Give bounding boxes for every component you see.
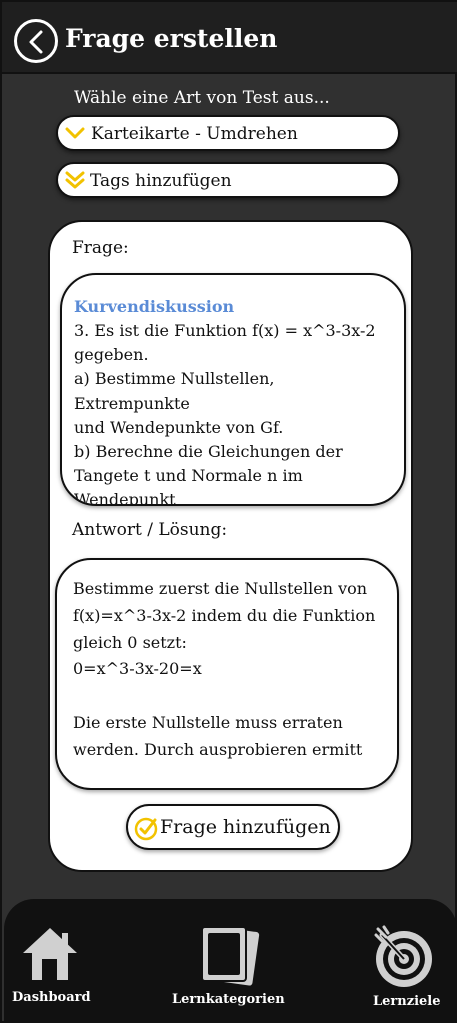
answer-label: Antwort / Lösung: bbox=[72, 520, 228, 540]
target-icon bbox=[374, 925, 432, 987]
nav-item-lernziele[interactable]: Lernziele bbox=[364, 899, 457, 1023]
chevron-down-icon bbox=[65, 127, 85, 139]
add-tags-label: Tags hinzufügen bbox=[90, 171, 232, 191]
question-label: Frage: bbox=[72, 238, 129, 258]
nav-label-lernkategorien: Lernkategorien bbox=[172, 992, 285, 1007]
check-circle-icon bbox=[134, 817, 158, 841]
test-type-prompt: Wähle eine Art von Test aus... bbox=[74, 88, 330, 108]
chevron-left-icon bbox=[29, 30, 43, 54]
nav-label-lernziele: Lernziele bbox=[373, 994, 441, 1009]
back-button[interactable] bbox=[14, 19, 58, 63]
double-chevron-down-icon bbox=[65, 171, 85, 189]
add-tags-dropdown[interactable]: Tags hinzufügen bbox=[56, 162, 400, 198]
test-type-value: Karteikarte - Umdrehen bbox=[91, 124, 298, 144]
question-field[interactable]: Kurvendiskussion 3. Es ist die Funktion … bbox=[60, 273, 406, 506]
bottom-navigation: Dashboard Lernkategorien Lernziele bbox=[4, 899, 457, 1023]
nav-item-lernkategorien[interactable]: Lernkategorien bbox=[164, 899, 294, 1023]
home-icon bbox=[23, 928, 77, 980]
page-title: Frage erstellen bbox=[65, 24, 278, 53]
question-text: 3. Es ist die Funktion f(x) = x^3-3x-2 g… bbox=[74, 321, 376, 506]
add-question-button[interactable]: Frage hinzufügen bbox=[126, 804, 340, 850]
nav-item-dashboard[interactable]: Dashboard bbox=[4, 899, 104, 1023]
answer-field[interactable]: Bestimme zuerst die Nullstellen von f(x)… bbox=[55, 558, 399, 790]
test-type-dropdown[interactable]: Karteikarte - Umdrehen bbox=[56, 115, 400, 151]
add-question-label: Frage hinzufügen bbox=[160, 816, 331, 838]
question-card: Frage: Kurvendiskussion 3. Es ist die Fu… bbox=[48, 220, 413, 872]
question-topic: Kurvendiskussion bbox=[74, 297, 235, 316]
header-bar: Frage erstellen bbox=[2, 2, 457, 74]
app-frame: Frage erstellen Wähle eine Art von Test … bbox=[0, 0, 457, 1023]
answer-text: Bestimme zuerst die Nullstellen von f(x)… bbox=[73, 579, 376, 759]
cards-icon bbox=[201, 926, 260, 986]
nav-label-dashboard: Dashboard bbox=[12, 990, 91, 1005]
